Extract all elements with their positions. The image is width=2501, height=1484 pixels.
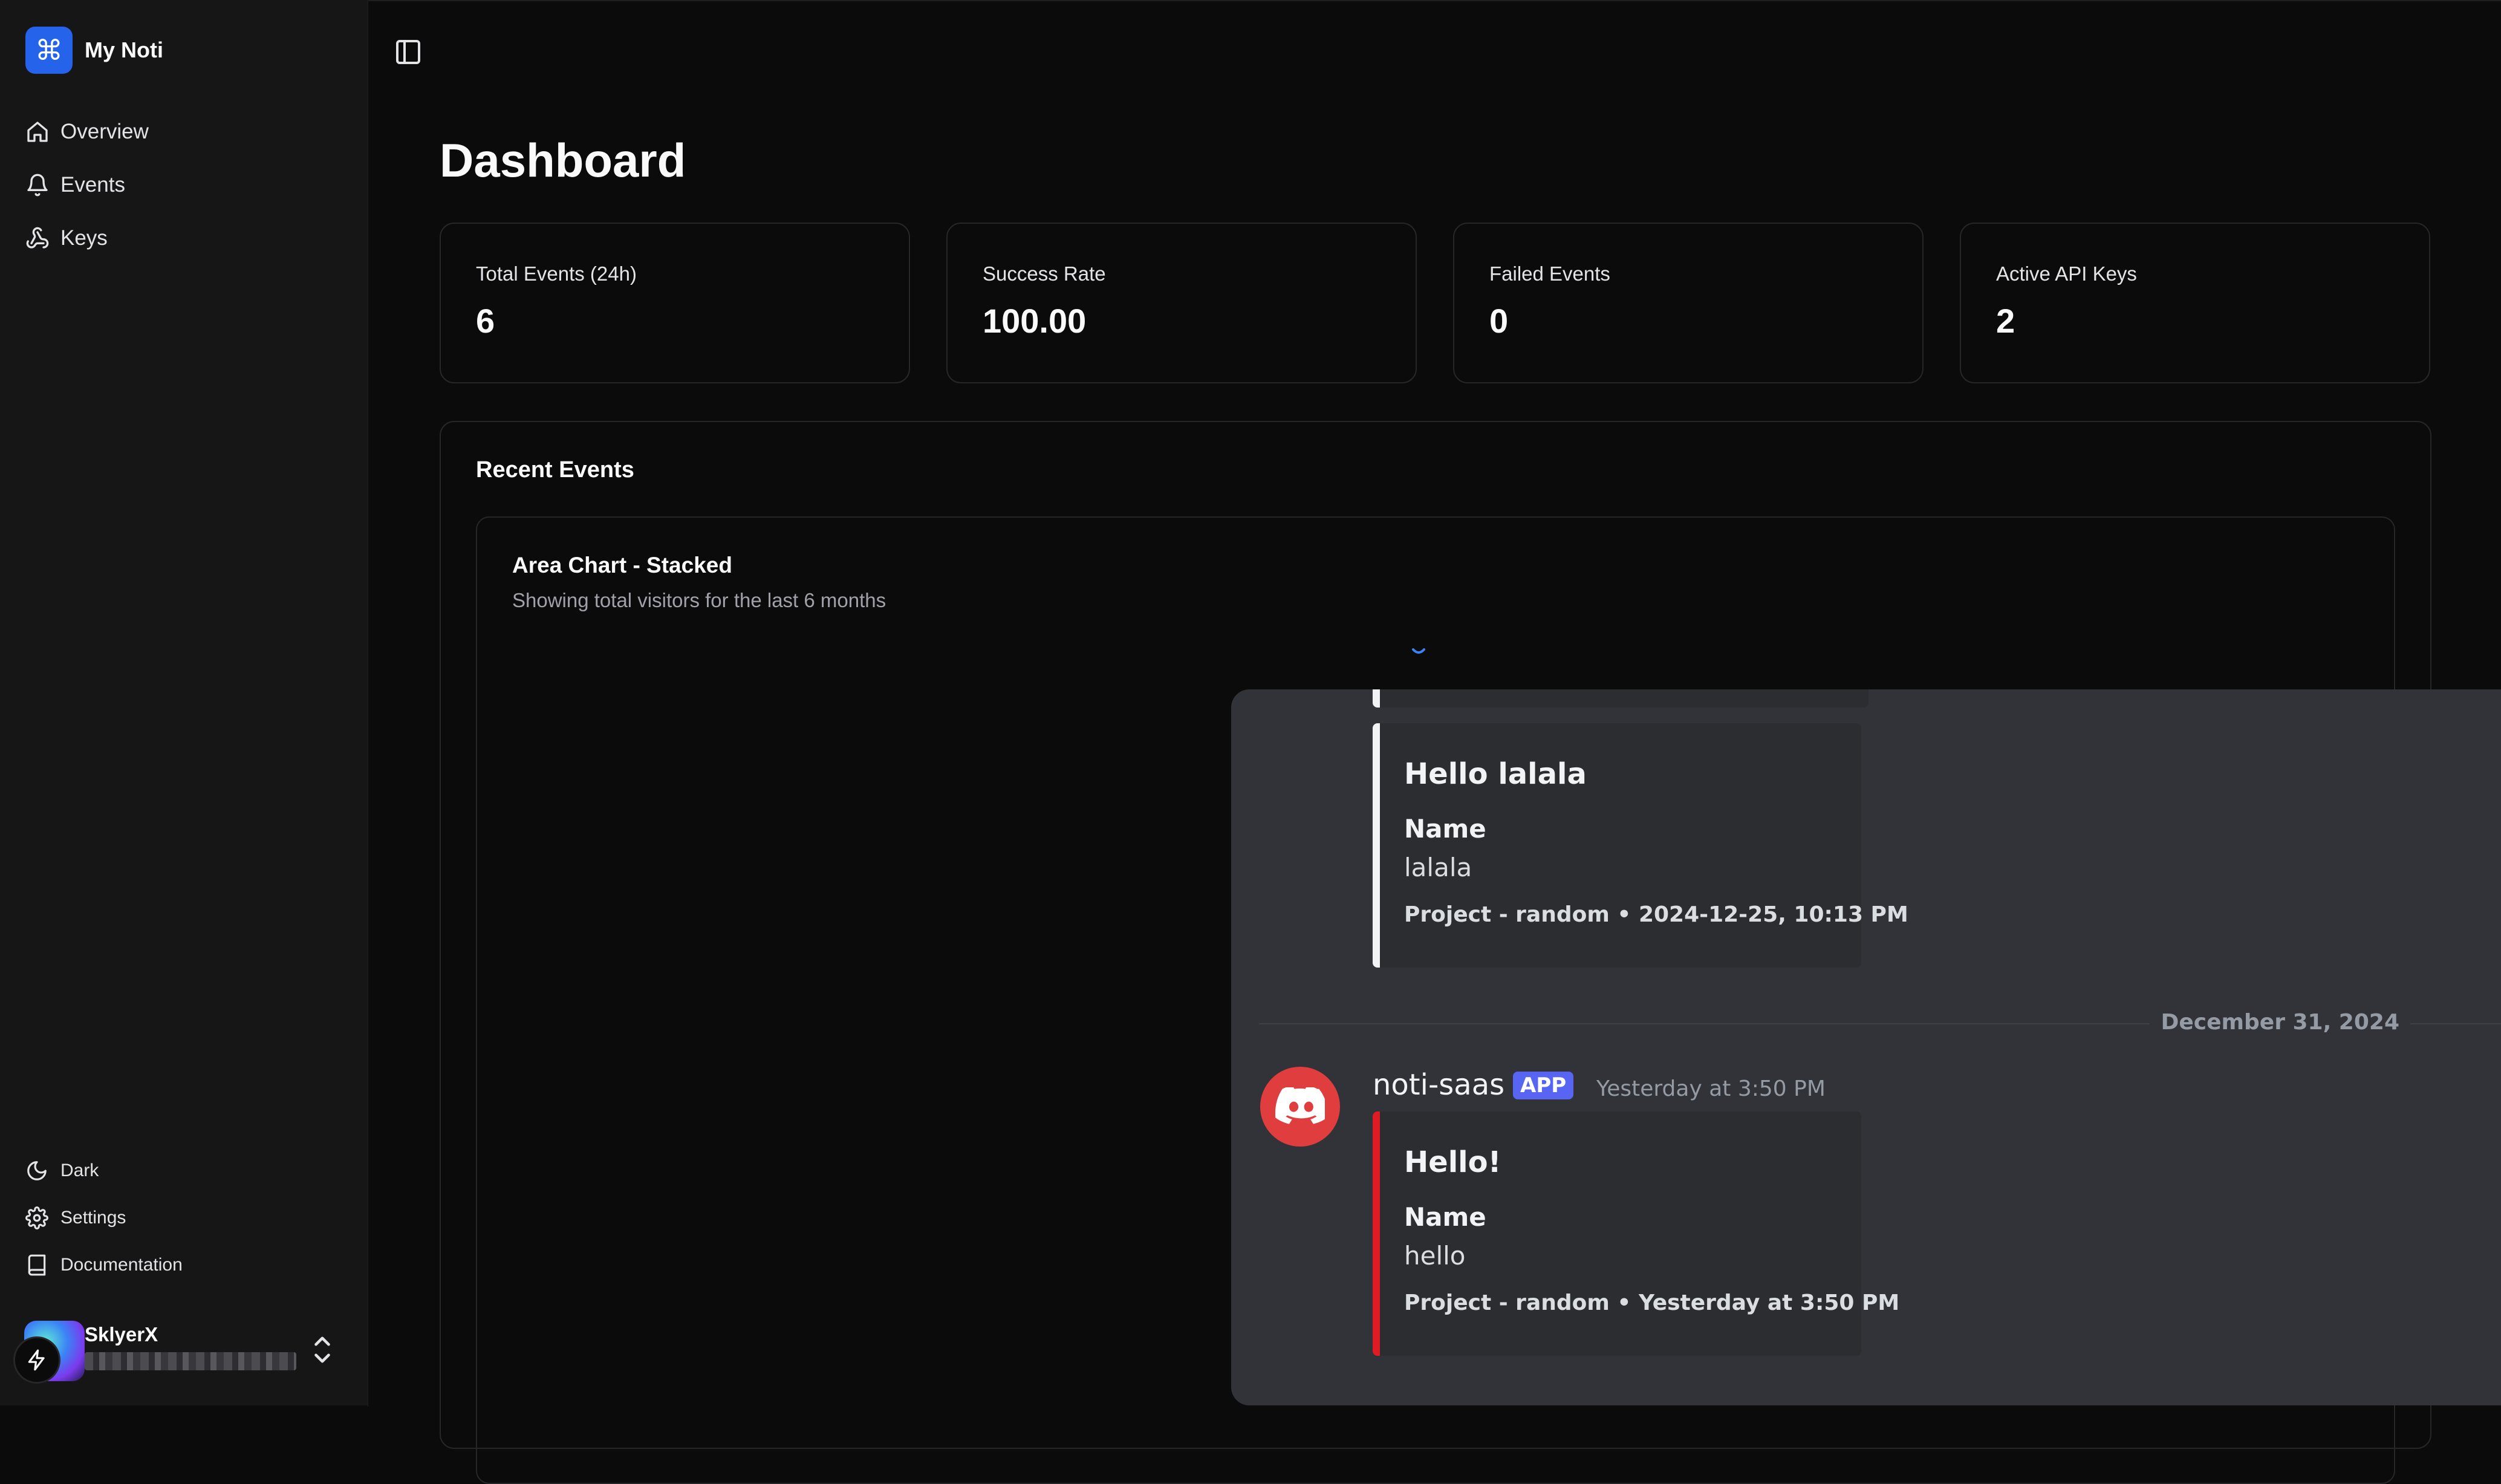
embed-footer: Project - random • Yesterday at 3:50 PM [1404, 1290, 1900, 1315]
discord-embed: Hello lalala Name lalala Project - rando… [1373, 723, 1908, 968]
stat-label: Failed Events [1489, 262, 1610, 285]
discord-embed: Hello! Name hello Project - random • Yes… [1373, 1111, 1899, 1356]
stat-card-active-api-keys: Active API Keys 2 [1960, 223, 2430, 383]
loading-spinner-icon [1412, 648, 1425, 654]
sidebar-item-events[interactable]: Events [25, 167, 340, 203]
gear-icon [25, 1206, 48, 1229]
user-name: SklyerX [85, 1323, 158, 1346]
divider-date: December 31, 2024 [2150, 1010, 2410, 1035]
stat-value: 6 [476, 302, 495, 340]
sidebar-item-label: Events [60, 173, 125, 197]
stat-value: 2 [1996, 302, 2015, 340]
sidebar: ⌘ My Noti Overview Events Keys Dark Sett… [0, 0, 368, 1405]
user-menu[interactable]: SklyerX ██████ ████████ [13, 1318, 340, 1391]
chevrons-up-down-icon [314, 1336, 330, 1363]
stat-value: 100.00 [983, 302, 1087, 340]
stat-label: Active API Keys [1996, 262, 2137, 285]
stat-label: Total Events (24h) [476, 262, 637, 285]
sidebar-item-label: Settings [60, 1208, 126, 1228]
brand-name: My Noti [85, 37, 163, 62]
sidebar-item-label: Dark [60, 1160, 99, 1180]
recent-events-title: Recent Events [476, 457, 634, 483]
embed-field-name: Name [1404, 1202, 1486, 1232]
sidebar-item-keys[interactable]: Keys [25, 220, 340, 256]
message-timestamp: Yesterday at 3:50 PM [1596, 1076, 1826, 1101]
sidebar-item-settings[interactable]: Settings [25, 1201, 340, 1235]
previous-embed-stub [1373, 689, 1868, 708]
embed-field-name: Name [1404, 814, 1486, 844]
stat-card-total-events: Total Events (24h) 6 [440, 223, 910, 383]
sidebar-item-label: Documentation [60, 1255, 183, 1275]
chart-subtitle: Showing total visitors for the last 6 mo… [512, 589, 886, 611]
sidebar-item-label: Overview [60, 120, 149, 143]
sidebar-item-documentation[interactable]: Documentation [25, 1248, 340, 1282]
embed-title: Hello! [1404, 1145, 1501, 1179]
embed-footer: Project - random • 2024-12-25, 10:13 PM [1404, 902, 1908, 927]
embed-field-value: hello [1404, 1241, 1466, 1271]
bell-icon [27, 174, 48, 197]
stat-value: 0 [1489, 302, 1509, 340]
chart-title: Area Chart - Stacked [512, 553, 732, 578]
bolt-icon [13, 1336, 60, 1384]
page-title: Dashboard [440, 134, 686, 187]
embed-field-value: lalala [1404, 853, 1472, 882]
message-author[interactable]: noti-saas [1373, 1068, 1504, 1102]
stat-card-success-rate: Success Rate 100.00 [946, 223, 1417, 383]
webhook-icon [26, 227, 49, 249]
command-icon: ⌘ [25, 27, 73, 74]
user-email-redacted: ██████ ████████ [85, 1352, 296, 1370]
book-icon [28, 1254, 46, 1276]
stat-label: Success Rate [983, 262, 1106, 285]
sidebar-item-label: Keys [60, 226, 108, 250]
moon-icon [27, 1161, 47, 1180]
app-badge: APP [1513, 1072, 1574, 1099]
stat-card-failed-events: Failed Events 0 [1453, 223, 1924, 383]
embed-title: Hello lalala [1404, 757, 1587, 791]
sidebar-item-overview[interactable]: Overview [25, 114, 340, 150]
home-icon [27, 122, 48, 142]
discord-logo-icon[interactable] [1260, 1067, 1340, 1147]
discord-preview-overlay: Hello lalala Name lalala Project - rando… [1231, 689, 2501, 1405]
theme-toggle-dark[interactable]: Dark [25, 1154, 340, 1188]
brand[interactable]: ⌘ My Noti [25, 27, 163, 74]
sidebar-toggle-icon[interactable] [394, 37, 423, 67]
